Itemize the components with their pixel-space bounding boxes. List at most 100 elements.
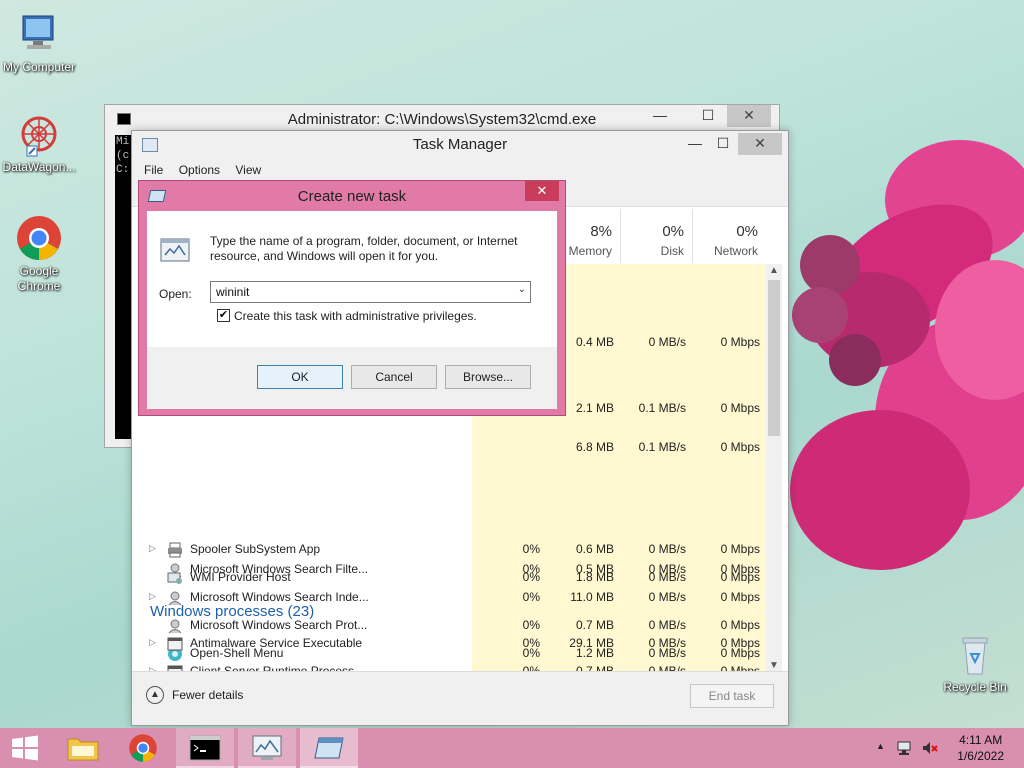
network-cell: 0 Mbps xyxy=(720,636,760,650)
wmi-icon xyxy=(167,570,183,586)
taskbar-chrome[interactable] xyxy=(114,728,172,768)
taskbar: ▲ 4:11 AM 1/6/2022 xyxy=(0,728,1024,768)
recycle-bin-icon xyxy=(951,630,999,678)
disk-cell: 0.1 MB/s xyxy=(638,440,686,454)
wallpaper-flower xyxy=(760,140,1024,610)
disk-label: Disk xyxy=(660,244,684,258)
taskbar-file-explorer[interactable] xyxy=(54,728,112,768)
create-new-task-dialog[interactable]: Create new task ✕ Type the name of a pro… xyxy=(138,180,566,416)
network-icon[interactable] xyxy=(897,740,915,756)
close-button[interactable]: ✕ xyxy=(727,105,771,127)
dialog-button-bar: OK Cancel Browse... xyxy=(147,347,557,409)
chrome-icon xyxy=(15,214,63,262)
dialog-title-bar[interactable]: Create new task ✕ xyxy=(139,181,565,211)
admin-checkbox[interactable]: ✔ xyxy=(217,309,230,322)
desktop-icon-recycle-bin[interactable]: Recycle Bin xyxy=(936,630,1014,695)
table-row[interactable]: ▷ Antimalware Service Executable 0% 29.1… xyxy=(132,630,764,658)
task-manager-footer: ▲ Fewer details End task xyxy=(132,671,788,725)
network-label: Network xyxy=(713,244,758,258)
computer-icon xyxy=(15,10,63,58)
chevron-down-icon[interactable]: ⌄ xyxy=(518,284,526,295)
desktop-icon-google-chrome[interactable]: Google Chrome xyxy=(0,214,78,294)
open-input[interactable]: wininit xyxy=(216,285,249,299)
vertical-scrollbar[interactable]: ▲ ▼ xyxy=(766,264,782,672)
cmd-icon xyxy=(189,735,221,761)
column-header-disk[interactable]: 0% Disk xyxy=(620,209,692,263)
disk-cell: 0 MB/s xyxy=(648,335,686,349)
minimize-button[interactable]: — xyxy=(680,133,710,155)
taskbar-cmd[interactable] xyxy=(176,728,234,768)
process-name: WMI Provider Host xyxy=(190,570,291,584)
close-button[interactable]: ✕ xyxy=(525,181,559,201)
browse-button[interactable]: Browse... xyxy=(445,365,531,389)
admin-checkbox-label[interactable]: Create this task with administrative pri… xyxy=(234,309,477,323)
desktop-icon-label: Google Chrome xyxy=(17,264,61,293)
scroll-down-icon[interactable]: ▼ xyxy=(769,660,779,671)
desktop-icon-my-computer[interactable]: My Computer xyxy=(0,10,78,75)
task-manager-title: Task Manager xyxy=(412,136,508,153)
datawagon-icon xyxy=(15,110,63,158)
memory-cell: 1.8 MB xyxy=(575,570,614,584)
expand-chevron-icon[interactable]: ▷ xyxy=(149,543,156,554)
service-icon xyxy=(167,636,183,652)
maximize-button[interactable]: ☐ xyxy=(693,105,723,127)
dialog-app-icon xyxy=(147,190,167,202)
network-cell: 0 Mbps xyxy=(720,401,760,415)
disk-cell: 0.1 MB/s xyxy=(638,401,686,415)
task-manager-title-bar[interactable]: Task Manager — ☐ ✕ xyxy=(132,131,788,159)
table-row[interactable]: WMI Provider Host 0% 1.8 MB 0 MB/s 0 Mbp… xyxy=(132,564,764,592)
scroll-up-icon[interactable]: ▲ xyxy=(769,265,779,276)
windows-logo-icon xyxy=(12,735,38,761)
dialog-description: Type the name of a program, folder, docu… xyxy=(210,234,518,263)
expand-chevron-icon[interactable]: ▷ xyxy=(149,637,156,648)
network-cell: 0 Mbps xyxy=(720,335,760,349)
table-row[interactable]: ▷ Spooler SubSystem App 0% 0.6 MB 0 MB/s… xyxy=(132,536,764,564)
clock[interactable]: 4:11 AM 1/6/2022 xyxy=(957,732,1004,764)
table-row[interactable]: ▷ Client Server Runtime Process 0% 0.7 M… xyxy=(132,658,764,672)
run-program-icon xyxy=(159,235,191,270)
disk-cell: 0 MB/s xyxy=(648,636,686,650)
group-row[interactable]: Windows processes (23) xyxy=(132,595,764,627)
desktop-icon-datawagon[interactable]: DataWagon... xyxy=(0,110,78,175)
network-percent: 0% xyxy=(736,223,758,240)
process-name: Antimalware Service Executable xyxy=(190,636,363,650)
menu-file[interactable]: File xyxy=(144,159,163,181)
cancel-button[interactable]: Cancel xyxy=(351,365,437,389)
memory-cell: 6.8 MB xyxy=(575,440,614,454)
start-button[interactable] xyxy=(0,728,50,768)
menu-view[interactable]: View xyxy=(235,159,261,181)
open-label: Open: xyxy=(159,287,192,301)
cpu-cell: 0% xyxy=(522,570,540,584)
minimize-button[interactable]: — xyxy=(645,105,675,127)
cpu-cell: 0% xyxy=(522,636,540,650)
taskbar-task-manager[interactable] xyxy=(238,728,296,768)
dialog-title: Create new task xyxy=(297,188,407,205)
fewer-details-link[interactable]: Fewer details xyxy=(172,688,243,702)
network-cell: 0 Mbps xyxy=(720,542,760,556)
desktop-icon-label: Recycle Bin xyxy=(943,680,1007,694)
fewer-details-icon[interactable]: ▲ xyxy=(146,686,164,704)
volume-muted-icon[interactable] xyxy=(921,740,939,756)
clock-date: 1/6/2022 xyxy=(957,749,1004,763)
clock-time: 4:11 AM xyxy=(959,733,1003,747)
ok-button[interactable]: OK xyxy=(257,365,343,389)
memory-cell: 0.6 MB xyxy=(575,542,614,556)
table-row[interactable]: 6.8 MB 0.1 MB/s 0 Mbps xyxy=(132,434,764,462)
close-button[interactable]: ✕ xyxy=(738,133,782,155)
scrollbar-thumb[interactable] xyxy=(768,280,780,436)
task-manager-app-icon xyxy=(142,138,158,152)
process-name: Spooler SubSystem App xyxy=(190,542,321,556)
menu-options[interactable]: Options xyxy=(179,159,220,181)
disk-cell: 0 MB/s xyxy=(648,570,686,584)
taskbar-run-dialog[interactable] xyxy=(300,728,358,768)
show-hidden-icons-icon[interactable]: ▲ xyxy=(876,741,885,751)
dialog-body: Type the name of a program, folder, docu… xyxy=(147,211,557,409)
maximize-button[interactable]: ☐ xyxy=(708,133,738,155)
disk-cell: 0 MB/s xyxy=(648,542,686,556)
cmd-app-icon xyxy=(117,113,131,125)
task-manager-icon xyxy=(252,735,282,760)
group-header-windows-processes: Windows processes (23) xyxy=(150,603,315,620)
open-combobox[interactable]: wininit ⌄ xyxy=(210,281,531,303)
column-header-network[interactable]: 0% Network xyxy=(692,209,766,263)
end-task-button[interactable]: End task xyxy=(690,684,774,708)
